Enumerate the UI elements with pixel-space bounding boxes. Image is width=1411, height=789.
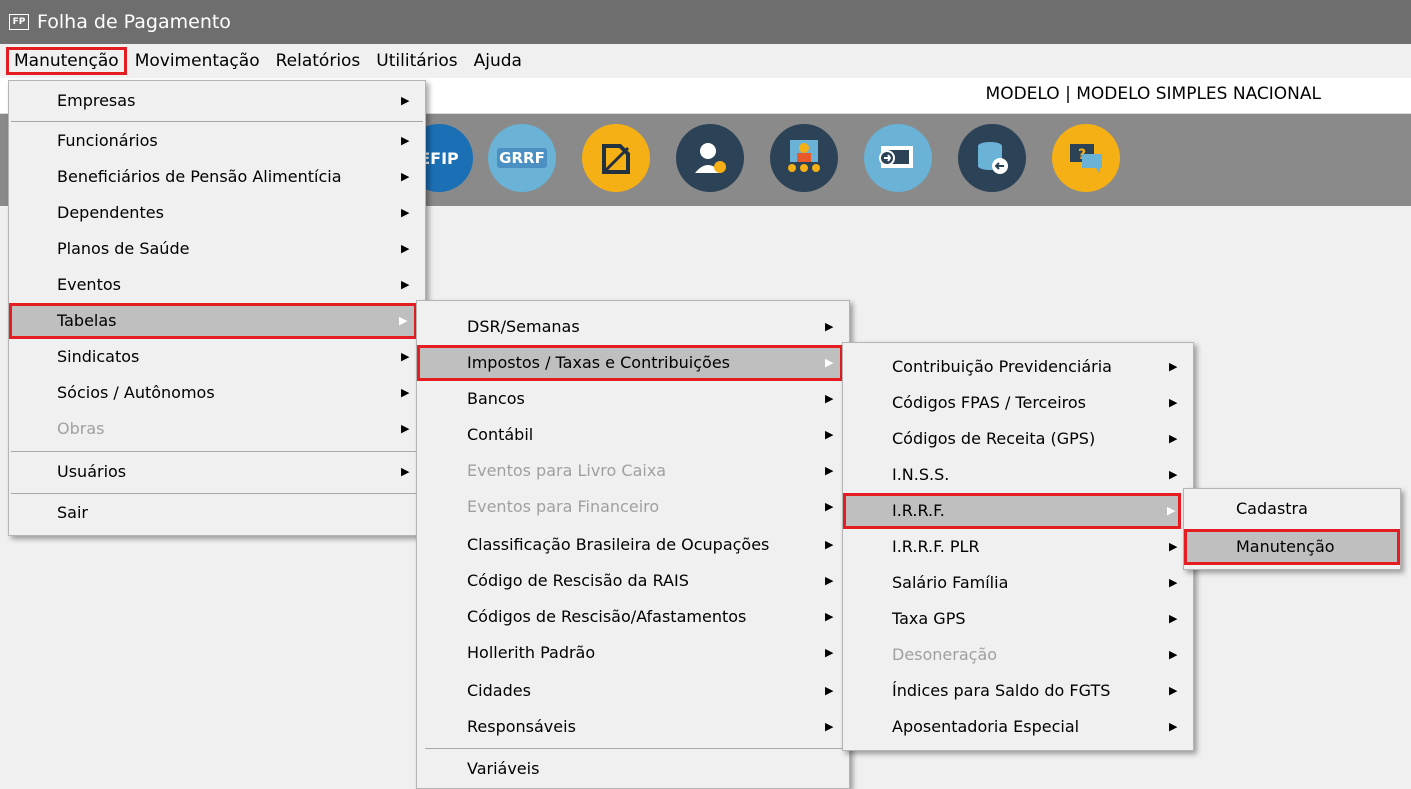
menu-item-cidades[interactable]: Cidades ▶ <box>417 673 849 709</box>
menu-separator <box>11 121 423 122</box>
submenu-arrow-icon: ▶ <box>401 386 410 399</box>
menu-item-planos-de-saude[interactable]: Planos de Saúde ▶ <box>9 231 425 267</box>
menu-item-funcionarios[interactable]: Funcionários ▶ <box>9 123 425 159</box>
menu-relatorios[interactable]: Relatórios <box>268 47 369 75</box>
submenu-arrow-icon: ▶ <box>825 320 834 333</box>
menu-item-hollerith-padrao[interactable]: Hollerith Padrão ▶ <box>417 635 849 671</box>
menu-bar: Manutenção Movimentação Relatórios Utili… <box>0 44 1411 78</box>
submenu-arrow-icon: ▶ <box>401 465 410 478</box>
menu-item-eventos-livro-caixa: Eventos para Livro Caixa ▶ <box>417 453 849 489</box>
submenu-arrow-icon: ▶ <box>825 684 834 697</box>
submenu-arrow-icon: ▶ <box>1169 540 1178 553</box>
menu-item-irrf-plr[interactable]: I.R.R.F. PLR ▶ <box>843 529 1193 565</box>
submenu-arrow-icon: ▶ <box>825 610 834 623</box>
submenu-arrow-icon: ▶ <box>401 422 410 435</box>
submenu-arrow-icon: ▶ <box>401 94 410 107</box>
title-bar: FP Folha de Pagamento <box>0 0 1411 44</box>
menu-item-sair[interactable]: Sair <box>9 495 425 531</box>
document-icon[interactable] <box>582 124 650 192</box>
menu-item-codigos-fpas[interactable]: Códigos FPAS / Terceiros ▶ <box>843 385 1193 421</box>
menu-item-codigos-rescisao-afastamentos[interactable]: Códigos de Rescisão/Afastamentos ▶ <box>417 599 849 635</box>
tabelas-submenu: DSR/Semanas ▶ Impostos / Taxas e Contrib… <box>416 300 850 789</box>
submenu-arrow-icon: ▶ <box>401 278 410 291</box>
menu-item-contribuicao-previdenciaria[interactable]: Contribuição Previdenciária ▶ <box>843 349 1193 385</box>
submenu-arrow-icon: ▶ <box>825 574 834 587</box>
grrf-icon[interactable]: GRRF <box>488 124 556 192</box>
submenu-arrow-icon: ▶ <box>401 206 410 219</box>
menu-movimentacao[interactable]: Movimentação <box>127 47 268 75</box>
menu-item-beneficiarios[interactable]: Beneficiários de Pensão Alimentícia ▶ <box>9 159 425 195</box>
menu-item-bancos[interactable]: Bancos ▶ <box>417 381 849 417</box>
menu-manutencao[interactable]: Manutenção <box>6 47 127 75</box>
menu-item-sindicatos[interactable]: Sindicatos ▶ <box>9 339 425 375</box>
submenu-arrow-icon: ▶ <box>1169 576 1178 589</box>
submenu-arrow-icon: ▶ <box>401 170 410 183</box>
submenu-arrow-icon: ▶ <box>825 356 834 369</box>
menu-utilitarios[interactable]: Utilitários <box>368 47 465 75</box>
irrf-submenu: Cadastra Manutenção <box>1183 488 1401 570</box>
menu-item-socios-autonomos[interactable]: Sócios / Autônomos ▶ <box>9 375 425 411</box>
submenu-arrow-icon: ▶ <box>399 314 408 327</box>
database-backup-icon[interactable] <box>958 124 1026 192</box>
submenu-arrow-icon: ▶ <box>825 464 834 477</box>
submenu-arrow-icon: ▶ <box>825 500 834 513</box>
submenu-arrow-icon: ▶ <box>1169 720 1178 733</box>
submenu-arrow-icon: ▶ <box>1169 612 1178 625</box>
submenu-arrow-icon: ▶ <box>401 242 410 255</box>
menu-item-desoneracao: Desoneração ▶ <box>843 637 1193 673</box>
menu-item-cbo[interactable]: Classificação Brasileira de Ocupações ▶ <box>417 527 849 563</box>
submenu-arrow-icon: ▶ <box>1169 360 1178 373</box>
menu-separator <box>11 493 423 494</box>
impostos-submenu: Contribuição Previdenciária ▶ Códigos FP… <box>842 342 1194 751</box>
submenu-arrow-icon: ▶ <box>1169 648 1178 661</box>
submenu-arrow-icon: ▶ <box>1169 396 1178 409</box>
menu-item-dependentes[interactable]: Dependentes ▶ <box>9 195 425 231</box>
menu-item-inss[interactable]: I.N.S.S. ▶ <box>843 457 1193 493</box>
menu-item-irrf[interactable]: I.R.R.F. ▶ <box>843 493 1181 529</box>
user-settings-icon[interactable] <box>676 124 744 192</box>
menu-separator <box>425 748 843 749</box>
submenu-arrow-icon: ▶ <box>825 720 834 733</box>
app-icon: FP <box>9 14 29 30</box>
submenu-arrow-icon: ▶ <box>401 134 410 147</box>
company-model-label: MODELO | MODELO SIMPLES NACIONAL <box>985 84 1321 104</box>
submenu-arrow-icon: ▶ <box>401 350 410 363</box>
menu-item-codigos-receita-gps[interactable]: Códigos de Receita (GPS) ▶ <box>843 421 1193 457</box>
submenu-arrow-icon: ▶ <box>1167 504 1176 517</box>
submenu-arrow-icon: ▶ <box>1169 432 1178 445</box>
remote-monitor-icon[interactable] <box>864 124 932 192</box>
menu-ajuda[interactable]: Ajuda <box>466 47 530 75</box>
menu-item-indices-saldo-fgts[interactable]: Índices para Saldo do FGTS ▶ <box>843 673 1193 709</box>
menu-item-aposentadoria-especial[interactable]: Aposentadoria Especial ▶ <box>843 709 1193 745</box>
menu-item-salario-familia[interactable]: Salário Família ▶ <box>843 565 1193 601</box>
meeting-icon[interactable] <box>770 124 838 192</box>
menu-item-eventos[interactable]: Eventos ▶ <box>9 267 425 303</box>
menu-item-obras: Obras ▶ <box>9 411 425 447</box>
menu-item-cadastra[interactable]: Cadastra <box>1184 491 1400 527</box>
submenu-arrow-icon: ▶ <box>825 392 834 405</box>
window-title: Folha de Pagamento <box>37 11 231 33</box>
menu-item-dsr-semanas[interactable]: DSR/Semanas ▶ <box>417 309 849 345</box>
submenu-arrow-icon: ▶ <box>825 428 834 441</box>
menu-separator <box>11 451 423 452</box>
menu-item-manutencao[interactable]: Manutenção <box>1184 529 1400 565</box>
menu-item-tabelas[interactable]: Tabelas ▶ <box>9 303 417 339</box>
menu-item-contabil[interactable]: Contábil ▶ <box>417 417 849 453</box>
submenu-arrow-icon: ▶ <box>1169 684 1178 697</box>
menu-item-variaveis[interactable]: Variáveis <box>417 751 849 787</box>
menu-item-taxa-gps[interactable]: Taxa GPS ▶ <box>843 601 1193 637</box>
submenu-arrow-icon: ▶ <box>825 646 834 659</box>
menu-item-usuarios[interactable]: Usuários ▶ <box>9 454 425 490</box>
menu-item-impostos-taxas[interactable]: Impostos / Taxas e Contribuições ▶ <box>417 345 843 381</box>
menu-item-codigo-rescisao-rais[interactable]: Código de Rescisão da RAIS ▶ <box>417 563 849 599</box>
help-chat-icon[interactable]: ? <box>1052 124 1120 192</box>
manutencao-dropdown: Empresas ▶ Funcionários ▶ Beneficiários … <box>8 80 426 536</box>
menu-item-responsaveis[interactable]: Responsáveis ▶ <box>417 709 849 745</box>
submenu-arrow-icon: ▶ <box>1169 468 1178 481</box>
menu-item-empresas[interactable]: Empresas ▶ <box>9 83 425 119</box>
menu-item-eventos-financeiro: Eventos para Financeiro ▶ <box>417 489 849 525</box>
submenu-arrow-icon: ▶ <box>825 538 834 551</box>
